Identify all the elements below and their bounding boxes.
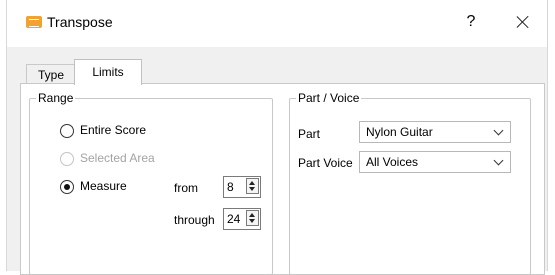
measure-radio[interactable]: Measure [60, 179, 150, 195]
part-label: Part [298, 127, 321, 141]
part-select[interactable]: Nylon Guitar [359, 121, 511, 143]
radio-button[interactable] [60, 180, 74, 194]
title-bar: Transpose ? [7, 0, 547, 47]
from-value[interactable]: 8 [227, 180, 234, 194]
part-voice-select-value: All Voices [366, 155, 419, 169]
through-value[interactable]: 24 [227, 212, 240, 226]
chevron-down-icon [493, 155, 504, 166]
close-icon[interactable] [510, 9, 536, 35]
entire-score-radio[interactable]: Entire Score [60, 123, 170, 139]
dialog-title: Transpose [47, 14, 113, 30]
tab-limits[interactable]: Limits [74, 59, 142, 85]
part-select-value: Nylon Guitar [366, 125, 433, 139]
through-spinbox[interactable]: 24 [223, 208, 261, 230]
part-voice-group-title: Part / Voice [296, 91, 362, 105]
from-spinbox[interactable]: 8 [223, 176, 261, 198]
help-button[interactable]: ? [462, 11, 480, 33]
through-label: through [174, 213, 215, 227]
range-group-title: Range [36, 91, 76, 105]
spin-arrows-icon[interactable] [246, 178, 259, 194]
part-voice-label: Part Voice [298, 156, 353, 170]
spin-arrows-icon[interactable] [246, 210, 259, 226]
range-group: Range Entire Score Selected Area Measure… [29, 91, 273, 275]
chevron-down-icon [493, 125, 504, 136]
tab-type[interactable]: Type [26, 64, 76, 84]
radio-button [60, 152, 74, 166]
app-icon [26, 16, 42, 28]
part-voice-select[interactable]: All Voices [359, 151, 511, 173]
radio-button[interactable] [60, 124, 74, 138]
selected-area-label: Selected Area [80, 151, 155, 165]
measure-label: Measure [80, 179, 127, 193]
from-label: from [174, 181, 198, 195]
part-voice-group: Part / Voice Part Nylon Guitar Part Voic… [289, 91, 531, 275]
entire-score-label: Entire Score [80, 123, 147, 137]
selected-area-radio[interactable]: Selected Area [60, 151, 180, 167]
